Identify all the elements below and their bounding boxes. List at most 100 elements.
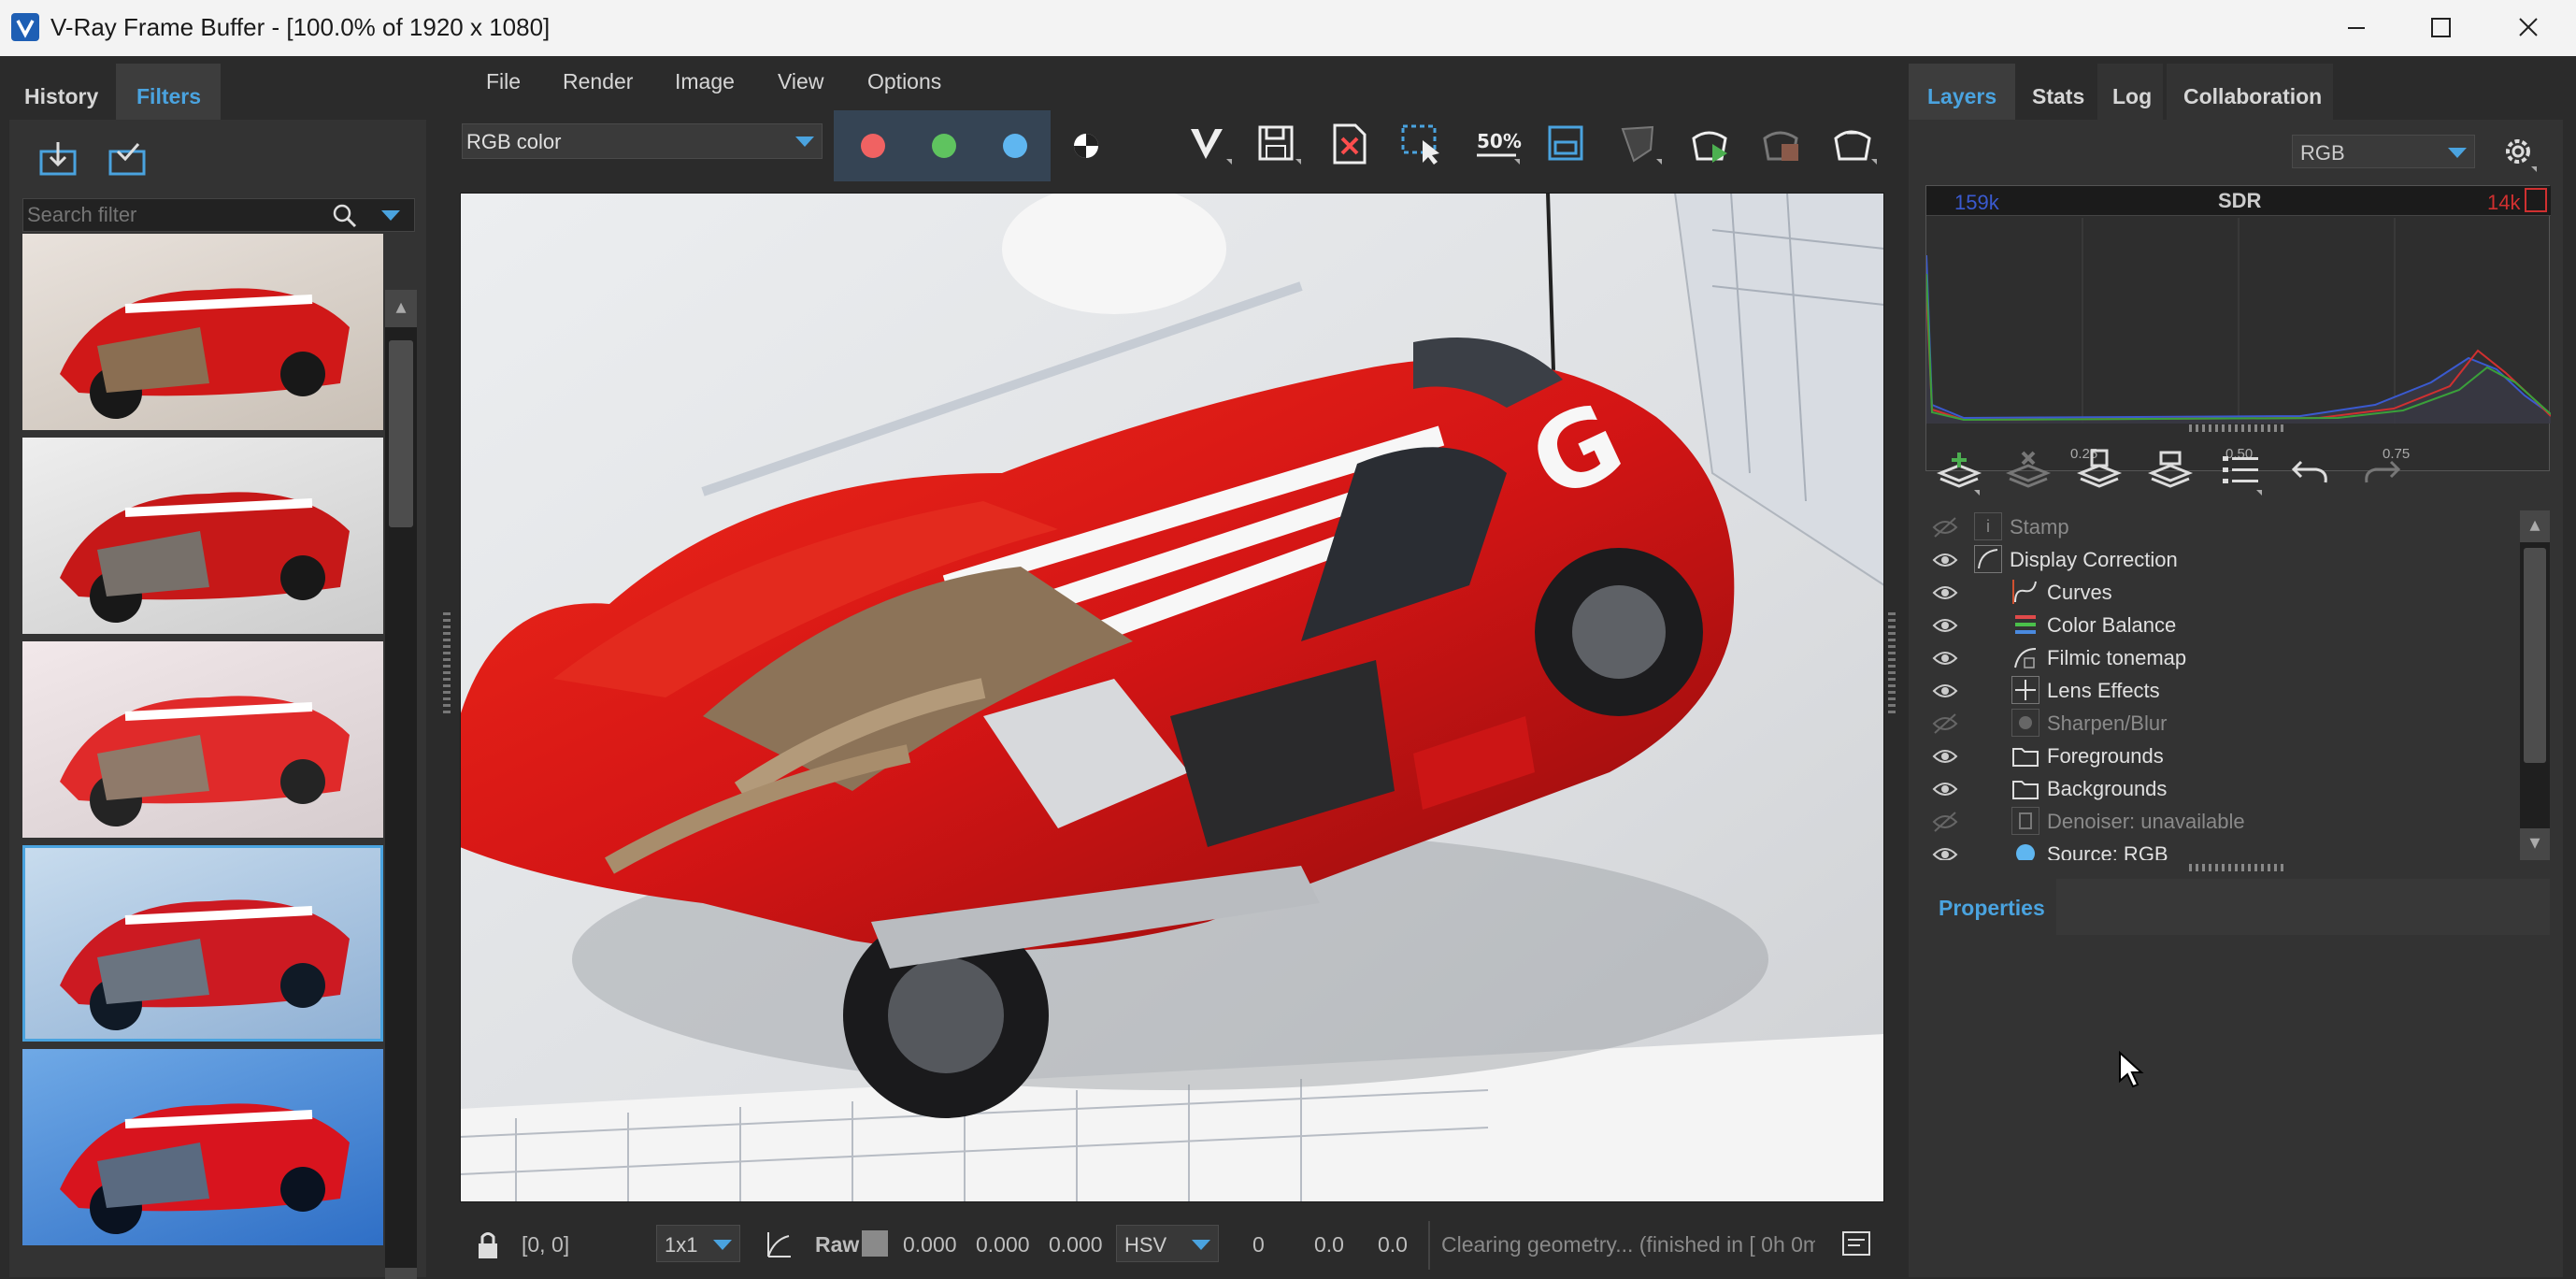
- menu-view[interactable]: View: [778, 69, 823, 94]
- minimize-button[interactable]: [2314, 0, 2398, 56]
- filter-thumbnail[interactable]: [22, 234, 383, 430]
- layer-row-stamp[interactable]: i Stamp: [1927, 510, 2550, 543]
- menu-bar: File Render Image View Options: [449, 56, 1896, 108]
- region-select-icon[interactable]: [1398, 122, 1449, 168]
- tab-layers[interactable]: Layers: [1909, 64, 2015, 120]
- eye-hidden-icon[interactable]: [1931, 811, 1959, 833]
- stop-render-icon[interactable]: [1759, 122, 1810, 168]
- eye-icon[interactable]: [1931, 647, 1959, 669]
- save-layers-icon[interactable]: [2077, 449, 2124, 496]
- load-layers-icon[interactable]: [2148, 449, 2195, 496]
- layer-row-curves[interactable]: Curves: [1927, 576, 2550, 609]
- menu-image[interactable]: Image: [675, 69, 735, 94]
- eye-hidden-icon[interactable]: [1931, 516, 1959, 539]
- filter-thumbnail[interactable]: [22, 438, 383, 634]
- layers-resize-handle[interactable]: [2189, 864, 2286, 871]
- scroll-down-button[interactable]: ▾: [385, 1268, 417, 1279]
- search-filter-input[interactable]: [27, 201, 326, 229]
- zoom-fifty-icon[interactable]: 50%: [1473, 122, 1524, 168]
- scroll-up-button[interactable]: ▴: [385, 290, 417, 327]
- render-interactive-icon[interactable]: [1688, 122, 1739, 168]
- gear-icon[interactable]: [2501, 135, 2539, 172]
- blue-channel-button[interactable]: [998, 129, 1032, 163]
- layer-row-denoiser[interactable]: Denoiser: unavailable: [1927, 805, 2550, 838]
- green-channel-button[interactable]: [927, 129, 961, 163]
- layer-label: Backgrounds: [2047, 777, 2168, 800]
- alpha-channel-button[interactable]: [1069, 129, 1103, 163]
- render-teapot-icon[interactable]: [1830, 122, 1881, 168]
- filter-thumbnail-selected[interactable]: [22, 845, 383, 1042]
- layer-presets-icon[interactable]: [2219, 449, 2266, 496]
- eye-icon[interactable]: [1931, 549, 1959, 571]
- scroll-thumb[interactable]: [2524, 548, 2546, 763]
- layer-row-source-rgb[interactable]: Source: RGB: [1927, 838, 2550, 860]
- menu-options[interactable]: Options: [867, 69, 941, 94]
- eye-icon[interactable]: [1931, 582, 1959, 604]
- layer-label: Denoiser: unavailable: [2047, 810, 2245, 833]
- left-splitter-handle[interactable]: [443, 612, 451, 715]
- layer-row-display-correction[interactable]: Display Correction: [1927, 543, 2550, 576]
- display-channel-select[interactable]: RGB: [2292, 135, 2475, 168]
- lock-camera-icon[interactable]: [1615, 122, 1666, 168]
- tab-collaboration[interactable]: Collaboration: [2167, 64, 2333, 120]
- delete-layer-icon[interactable]: [2006, 449, 2053, 496]
- save-image-icon[interactable]: [1254, 122, 1305, 168]
- layer-row-color-balance[interactable]: Color Balance: [1927, 609, 2550, 641]
- window-title: V-Ray Frame Buffer - [100.0% of 1920 x 1…: [50, 13, 551, 41]
- redo-icon[interactable]: [2357, 449, 2404, 496]
- scroll-thumb[interactable]: [389, 340, 413, 527]
- render-region-icon[interactable]: [1544, 122, 1595, 168]
- hsv-h-value: 0: [1252, 1232, 1265, 1257]
- load-filter-icon[interactable]: [37, 138, 79, 180]
- lock-icon[interactable]: [475, 1229, 503, 1262]
- red-channel-button[interactable]: [856, 129, 890, 163]
- clear-image-icon[interactable]: [1327, 122, 1378, 168]
- log-toggle-icon[interactable]: [1841, 1230, 1873, 1258]
- layer-label: Lens Effects: [2047, 679, 2160, 702]
- filter-thumbnail[interactable]: [22, 1049, 383, 1245]
- eye-icon[interactable]: [1931, 614, 1959, 637]
- tab-stats[interactable]: Stats: [2017, 64, 2096, 120]
- pixel-coords: [0, 0]: [522, 1232, 570, 1257]
- eye-hidden-icon[interactable]: [1931, 712, 1959, 735]
- layer-row-sharpen-blur[interactable]: Sharpen/Blur: [1927, 707, 2550, 740]
- status-divider: [1428, 1221, 1430, 1270]
- maximize-button[interactable]: [2398, 0, 2483, 56]
- menu-render[interactable]: Render: [563, 69, 633, 94]
- properties-title: Properties: [1939, 896, 2045, 920]
- eye-icon[interactable]: [1931, 778, 1959, 800]
- colorspace-select[interactable]: HSV: [1116, 1225, 1219, 1262]
- undo-icon[interactable]: [2290, 449, 2337, 496]
- color-picker-icon[interactable]: [765, 1229, 793, 1260]
- eye-icon[interactable]: [1931, 843, 1959, 860]
- filters-scrollbar[interactable]: ▴ ▾: [385, 290, 417, 1279]
- layer-row-filmic-tonemap[interactable]: Filmic tonemap: [1927, 641, 2550, 674]
- filter-thumbnail[interactable]: [22, 641, 383, 838]
- layer-row-foregrounds[interactable]: Foregrounds: [1927, 740, 2550, 772]
- vray-logo-icon[interactable]: [1185, 122, 1236, 168]
- eye-icon[interactable]: [1931, 745, 1959, 768]
- eye-icon[interactable]: [1931, 680, 1959, 702]
- menu-file[interactable]: File: [486, 69, 521, 94]
- scroll-up-button[interactable]: ▴: [2520, 510, 2550, 542]
- chevron-down-icon[interactable]: [379, 207, 403, 225]
- layer-row-lens-effects[interactable]: Lens Effects: [1927, 674, 2550, 707]
- histogram-resize-handle[interactable]: [2189, 424, 2286, 432]
- close-button[interactable]: [2486, 0, 2570, 56]
- scroll-down-button[interactable]: ▾: [2520, 828, 2550, 860]
- search-icon[interactable]: [332, 203, 358, 229]
- chevron-down-icon: [2446, 145, 2469, 162]
- right-splitter-handle[interactable]: [1888, 612, 1896, 715]
- layer-row-backgrounds[interactable]: Backgrounds: [1927, 772, 2550, 805]
- tab-history[interactable]: History: [9, 64, 114, 120]
- sampling-value: 1x1: [665, 1233, 698, 1257]
- title-bar: V-Ray Frame Buffer - [100.0% of 1920 x 1…: [0, 0, 2576, 56]
- channel-select[interactable]: RGB color: [462, 123, 823, 159]
- sampling-select[interactable]: 1x1: [656, 1225, 740, 1262]
- apply-filter-icon[interactable]: [107, 138, 148, 180]
- tab-filters[interactable]: Filters: [116, 64, 221, 120]
- tab-log[interactable]: Log: [2097, 64, 2163, 120]
- layers-scrollbar[interactable]: ▴ ▾: [2520, 510, 2550, 860]
- render-viewport[interactable]: G: [460, 193, 1884, 1202]
- add-layer-icon[interactable]: [1937, 449, 1983, 496]
